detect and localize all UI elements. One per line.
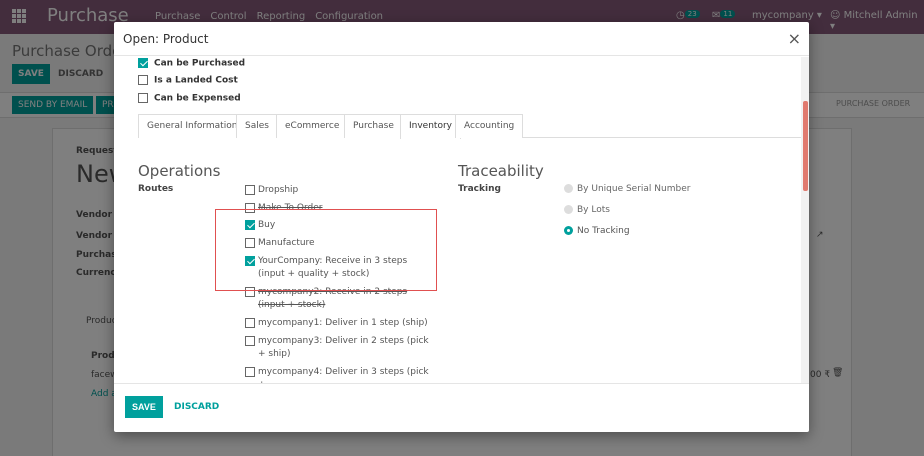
radio-label: No Tracking: [577, 226, 630, 236]
tab-general-information[interactable]: General Information: [138, 114, 247, 138]
route-dropship[interactable]: Dropship: [245, 184, 435, 197]
dialog-body: Can be Purchased Is a Landed Cost Can be…: [114, 57, 809, 383]
tab-sales[interactable]: Sales: [236, 114, 278, 138]
route-label: Dropship: [258, 185, 299, 195]
radio-label: By Unique Serial Number: [577, 184, 691, 194]
checkbox-label: Can be Purchased: [154, 58, 246, 69]
dialog-title: Open: Product: [123, 32, 209, 46]
notebook-tabs: General Information Sales eCommerce Purc…: [138, 114, 801, 139]
route-label: mycompany3: Deliver in 2 steps (pick + s…: [258, 336, 429, 359]
route-label: mycompany4: Deliver in 3 steps (pick +: [258, 367, 429, 383]
checkbox-icon[interactable]: [245, 185, 255, 195]
radio-icon[interactable]: [564, 226, 573, 235]
checkbox-label: Is a Landed Cost: [154, 75, 238, 86]
dialog-scrollbar[interactable]: [801, 57, 809, 383]
checkbox-icon[interactable]: [138, 93, 148, 103]
tab-inventory[interactable]: Inventory: [400, 114, 461, 139]
radio-label: By Lots: [577, 205, 610, 215]
discard-button[interactable]: DISCARD: [174, 396, 219, 418]
route-mycompany1-deliver-1-step[interactable]: mycompany1: Deliver in 1 step (ship): [245, 317, 435, 330]
dialog-footer: SAVE DISCARD: [114, 383, 809, 432]
routes-label: Routes: [138, 184, 174, 194]
checkbox-icon[interactable]: [138, 75, 148, 85]
checkbox-label: Can be Expensed: [154, 93, 241, 104]
route-label: mycompany1: Deliver in 1 step (ship): [258, 318, 428, 328]
tab-purchase[interactable]: Purchase: [344, 114, 403, 138]
checkbox-is-landed-cost[interactable]: Is a Landed Cost: [138, 75, 238, 86]
operations-section-title: Operations: [138, 162, 221, 180]
radio-icon[interactable]: [564, 205, 573, 214]
close-icon[interactable]: ×: [788, 29, 801, 48]
radio-by-lots[interactable]: By Lots: [564, 205, 610, 215]
radio-icon[interactable]: [564, 184, 573, 193]
checkbox-icon[interactable]: [245, 367, 255, 377]
scrollbar-thumb[interactable]: [803, 101, 808, 191]
traceability-section-title: Traceability: [458, 162, 544, 180]
route-mycompany4-deliver-3-steps[interactable]: mycompany4: Deliver in 3 steps (pick +: [245, 366, 435, 383]
radio-by-unique-serial-number[interactable]: By Unique Serial Number: [564, 184, 690, 194]
tab-ecommerce[interactable]: eCommerce: [276, 114, 349, 138]
checkbox-can-be-purchased[interactable]: Can be Purchased: [138, 58, 245, 69]
checkbox-icon[interactable]: [138, 58, 148, 68]
tab-accounting[interactable]: Accounting: [455, 114, 524, 138]
checkbox-icon[interactable]: [245, 318, 255, 328]
tracking-label: Tracking: [458, 184, 501, 194]
checkbox-icon[interactable]: [245, 336, 255, 346]
dialog-header: Open: Product ×: [114, 22, 809, 56]
radio-no-tracking[interactable]: No Tracking: [564, 226, 630, 236]
save-button[interactable]: SAVE: [125, 396, 163, 418]
route-mycompany3-deliver-2-steps[interactable]: mycompany3: Deliver in 2 steps (pick + s…: [245, 335, 435, 361]
highlight-box: [215, 209, 437, 291]
product-dialog: Open: Product × Can be Purchased Is a La…: [114, 22, 809, 432]
checkbox-can-be-expensed[interactable]: Can be Expensed: [138, 93, 241, 104]
